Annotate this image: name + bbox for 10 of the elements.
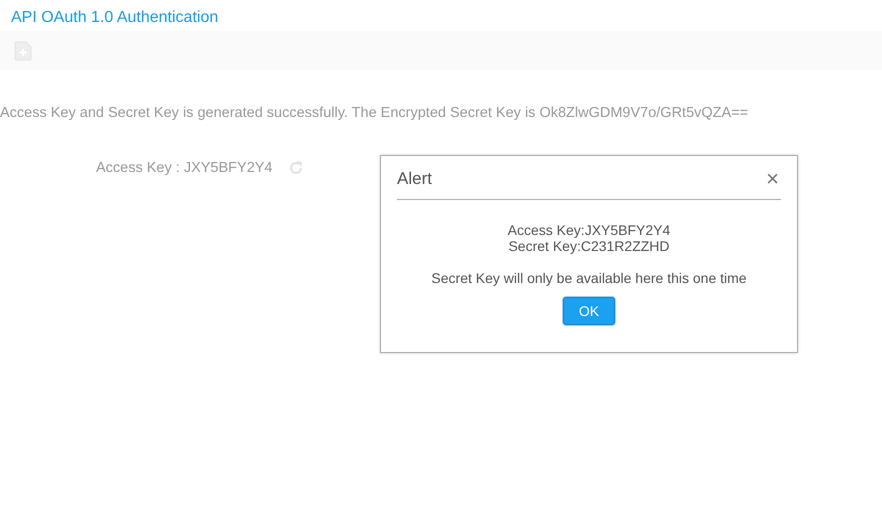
dialog-note: Secret Key will only be available here this one time (431, 270, 747, 286)
access-key-label: Access Key : JXY5BFY2Y4 (96, 160, 272, 176)
key-line: Access Key:JXY5BFY2Y4 (508, 222, 670, 238)
success-message: Access Key and Secret Key is generated successfully. The Encrypted Secret Key is Ok8ZlwGDM9V7o/GRt5vQZA== (0, 105, 750, 121)
ok-button[interactable]: OK (562, 297, 616, 325)
page-title: API OAuth 1.0 Authentication (10, 8, 220, 28)
close-button[interactable]: × (764, 168, 781, 190)
key-line: Secret Key:C231R2ZZHD (508, 238, 670, 254)
add-file-icon[interactable] (14, 40, 32, 60)
dialog-title: Alert (397, 169, 432, 189)
